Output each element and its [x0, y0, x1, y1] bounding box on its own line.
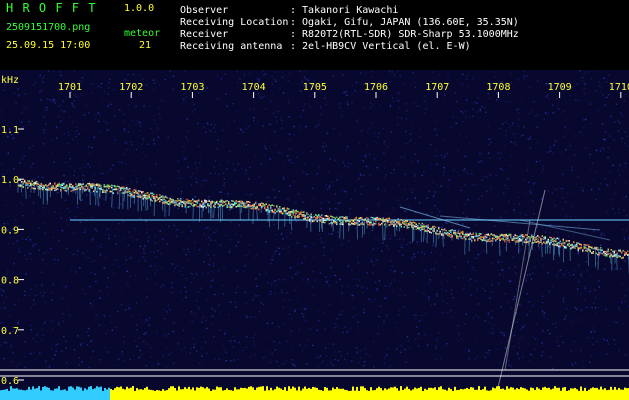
location-key: Receiving Location — [180, 17, 289, 28]
app-version: 1.0.0 — [124, 3, 155, 14]
receiver-value: : R820T2(RTL-SDR) SDR-Sharp 53.1000MHz — [290, 29, 519, 40]
receiver-key: Receiver — [180, 29, 229, 40]
frequency-tick-label: 1.0 — [1, 175, 19, 186]
time-tick-label: 1707 — [425, 82, 449, 93]
time-tick-label: 1703 — [180, 82, 204, 93]
time-tick-label: 1702 — [119, 82, 143, 93]
date-time: 25.09.15 17:00 — [6, 40, 91, 51]
file-name: 2509151700.png — [6, 22, 91, 33]
time-tick-label: 1708 — [486, 82, 510, 93]
time-tick-label: 1710 — [609, 82, 629, 93]
header-panel: H R O F F T 1.0.0 2509151700.png 25.09.1… — [0, 0, 629, 70]
time-tick-label: 1709 — [548, 82, 572, 93]
time-tick-label: 1704 — [242, 82, 266, 93]
frequency-tick-label: 1.1 — [1, 125, 19, 136]
location-value: : Ogaki, Gifu, JAPAN (136.60E, 35.35N) — [290, 17, 519, 28]
meteor-label: meteor — [124, 28, 161, 39]
meteor-count: 21 — [139, 40, 152, 51]
frequency-tick-label: 0.8 — [1, 276, 19, 287]
observer-key: Observer — [180, 5, 229, 16]
time-tick-label: 1706 — [364, 82, 388, 93]
spectrogram-plot: kHz 1701 1702 1703 1704 1705 1706 1707 1708 1709… — [0, 70, 629, 400]
time-tick-label: 1701 — [58, 82, 82, 93]
antenna-value: : 2el-HB9CV Vertical (el. E-W) — [290, 41, 471, 52]
observer-value: : Takanori Kawachi — [290, 5, 399, 16]
frequency-tick-label: 0.6 — [1, 376, 19, 387]
y-axis-unit: kHz — [1, 75, 19, 86]
app-title: H R O F F T — [6, 1, 97, 15]
frequency-tick-label: 0.7 — [1, 326, 19, 337]
antenna-key: Receiving antenna — [180, 41, 283, 52]
frequency-tick-label: 0.9 — [1, 225, 19, 236]
time-tick-label: 1705 — [303, 82, 327, 93]
